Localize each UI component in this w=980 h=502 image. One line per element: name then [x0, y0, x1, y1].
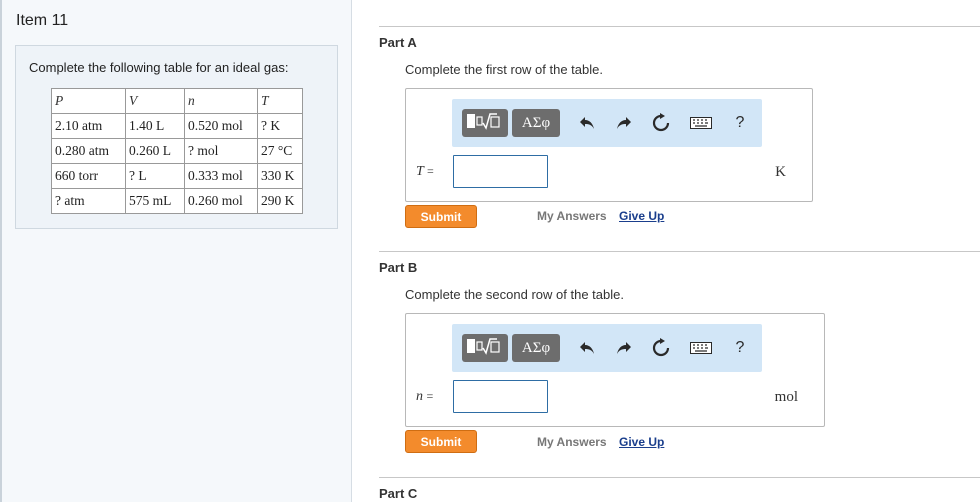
table-cell: ? L — [125, 163, 185, 189]
table-cell: ? atm — [51, 188, 126, 214]
part-divider — [379, 477, 980, 478]
table-cell: 330 K — [257, 163, 303, 189]
table-cell: 0.280 atm — [51, 138, 126, 164]
greek-symbols-button[interactable]: ΑΣφ — [512, 334, 560, 362]
undo-icon[interactable] — [575, 336, 599, 360]
equals-sign: = — [426, 389, 434, 403]
part-b-instruction: Complete the second row of the table. — [405, 287, 624, 302]
greek-symbols-button[interactable]: ΑΣφ — [512, 109, 560, 137]
redo-icon[interactable] — [612, 336, 636, 360]
table-row: 660 torr ? L 0.333 mol 330 K — [51, 163, 303, 189]
variable-symbol: n — [416, 389, 423, 404]
item-title: Item 11 — [16, 12, 69, 29]
table-cell: 660 torr — [51, 163, 126, 189]
table-row: ? atm 575 mL 0.260 mol 290 K — [51, 188, 303, 214]
variable-label: n = — [416, 389, 433, 405]
part-a-label: Part A — [379, 35, 417, 50]
help-button[interactable]: ? — [728, 336, 752, 360]
table-cell: ? K — [257, 113, 303, 139]
my-answers-link[interactable]: My Answers — [537, 209, 607, 223]
table-cell: ? mol — [184, 138, 258, 164]
ideal-gas-table: P V n T 2.10 atm 1.40 L 0.520 mol ? K 0.… — [51, 88, 303, 214]
submit-button[interactable]: Submit — [405, 205, 477, 228]
problem-text: Complete the following table for an idea… — [29, 60, 289, 75]
template-sqrt-icon — [465, 336, 505, 361]
undo-icon[interactable] — [575, 111, 599, 135]
table-cell: 27 °C — [257, 138, 303, 164]
table-cell: 575 mL — [125, 188, 185, 214]
answer-input[interactable] — [453, 380, 548, 413]
equals-sign: = — [427, 164, 434, 178]
table-cell: 0.520 mol — [184, 113, 258, 139]
template-button[interactable] — [462, 109, 508, 137]
unit-label: K — [775, 164, 786, 180]
part-b-answer-box: ΑΣφ ? n = mol — [405, 313, 825, 427]
variable-symbol: T — [416, 164, 424, 179]
table-cell: 0.333 mol — [184, 163, 258, 189]
give-up-link[interactable]: Give Up — [619, 209, 664, 223]
unit-label: mol — [774, 389, 798, 405]
part-divider — [379, 26, 980, 27]
table-row: 2.10 atm 1.40 L 0.520 mol ? K — [51, 113, 303, 139]
part-c-label: Part C — [379, 486, 418, 501]
table-header: V — [125, 88, 185, 114]
problem-pane: Item 11 Complete the following table for… — [0, 0, 352, 502]
help-button[interactable]: ? — [728, 111, 752, 135]
math-toolbar: ΑΣφ ? — [452, 99, 762, 147]
table-header: T — [257, 88, 303, 114]
table-header-row: P V n T — [51, 88, 303, 114]
give-up-link[interactable]: Give Up — [619, 435, 664, 449]
table-cell: 0.260 L — [125, 138, 185, 164]
part-b-label: Part B — [379, 260, 418, 275]
part-a-answer-box: ΑΣφ ? T = K — [405, 88, 813, 202]
table-cell: 0.260 mol — [184, 188, 258, 214]
answer-input[interactable] — [453, 155, 548, 188]
table-header: P — [51, 88, 126, 114]
submit-button[interactable]: Submit — [405, 430, 477, 453]
answer-pane: Part A Complete the first row of the tab… — [353, 0, 980, 502]
part-divider — [379, 251, 980, 252]
table-cell: 290 K — [257, 188, 303, 214]
reset-icon[interactable] — [649, 111, 673, 135]
template-sqrt-icon — [465, 111, 505, 136]
problem-statement-box: Complete the following table for an idea… — [15, 45, 338, 229]
table-cell: 1.40 L — [125, 113, 185, 139]
pane-edge — [0, 0, 2, 502]
math-toolbar: ΑΣφ ? — [452, 324, 762, 372]
part-a-instruction: Complete the first row of the table. — [405, 62, 603, 77]
table-header: n — [184, 88, 258, 114]
keyboard-icon[interactable] — [688, 336, 714, 360]
table-row: 0.280 atm 0.260 L ? mol 27 °C — [51, 138, 303, 164]
template-button[interactable] — [462, 334, 508, 362]
table-cell: 2.10 atm — [51, 113, 126, 139]
variable-label: T = — [416, 164, 434, 180]
reset-icon[interactable] — [649, 336, 673, 360]
keyboard-icon[interactable] — [688, 111, 714, 135]
redo-icon[interactable] — [612, 111, 636, 135]
my-answers-link[interactable]: My Answers — [537, 435, 607, 449]
